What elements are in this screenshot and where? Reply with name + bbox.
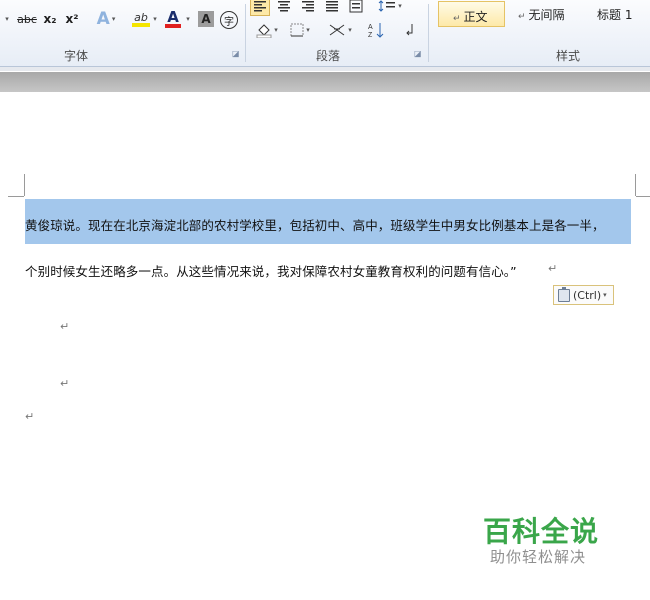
highlight-color-bar: [132, 22, 150, 27]
highlight-dropdown-icon[interactable]: ▾: [150, 9, 158, 29]
paragraph-mark: ↵: [25, 410, 35, 423]
paragraph-mark: ↵: [60, 320, 70, 333]
paragraph-mark-icon: ↵: [453, 14, 461, 24]
highlighter-icon: ab: [134, 10, 148, 24]
crop-mark-left: [24, 174, 25, 196]
style-no-spacing-label: 无间隔: [528, 8, 565, 22]
strikethrough-button[interactable]: abc: [16, 9, 38, 29]
font-group-label: 字体: [64, 49, 89, 63]
font-color-dropdown-icon[interactable]: ▾: [183, 9, 191, 29]
svg-text:Z: Z: [368, 32, 373, 38]
style-no-spacing[interactable]: ↵ 无间隔: [518, 6, 565, 23]
align-right-icon: [302, 1, 314, 12]
chinese-layout-button[interactable]: ▾: [325, 20, 355, 40]
show-marks-button[interactable]: [402, 20, 418, 40]
document-line-2[interactable]: 个别时候女生还略多一点。从这些情况来说，我对保障农村女童教育权利的问题有信心。”: [25, 261, 517, 280]
paragraph-mark-icon: ↵: [518, 12, 526, 22]
line-spacing-button[interactable]: ▾: [376, 0, 404, 16]
document-line-1[interactable]: 黄俊琼说。现在在北京海淀北部的农村学校里，包括初中、高中，班级学生中男女比例基本…: [25, 215, 605, 234]
font-color-bar: [165, 24, 181, 28]
sort-button[interactable]: AZ: [366, 20, 388, 40]
paragraph-group-label: 段落: [316, 49, 341, 63]
distributed-button[interactable]: [346, 0, 366, 16]
ruler-bar: [0, 72, 650, 92]
shading-button[interactable]: ▾: [252, 20, 282, 40]
borders-button[interactable]: ▾: [286, 20, 314, 40]
chinese-layout-icon: [329, 24, 345, 36]
align-left-icon: [254, 1, 266, 12]
sort-icon: AZ: [368, 23, 384, 38]
crop-mark-right-h: [636, 196, 650, 197]
paste-options-label: (Ctrl): [573, 288, 602, 302]
text-effects-icon: A: [96, 9, 110, 29]
style-normal[interactable]: ↵ 正文: [438, 1, 505, 27]
align-left-button[interactable]: [250, 0, 270, 16]
align-right-button[interactable]: [298, 0, 318, 16]
ribbon: ▾ abc x₂ x² A ▾ ab ▾ A ▾ A 字 字体 ◪ ▾ ▾ ▾ ▾: [0, 0, 650, 67]
watermark-tagline: 助你轻松解决: [490, 548, 587, 566]
font-size-dropdown-icon[interactable]: ▾: [0, 9, 12, 29]
svg-text:A: A: [368, 24, 373, 31]
paragraph-mark: ↵: [60, 377, 70, 390]
group-divider: [245, 4, 246, 62]
font-color-button[interactable]: A: [162, 9, 184, 29]
font-color-icon: A: [167, 8, 179, 26]
justify-button[interactable]: [322, 0, 342, 16]
paragraph-mark: ↵: [548, 262, 558, 275]
font-dialog-launcher-icon[interactable]: ◪: [232, 50, 240, 58]
chevron-down-icon: ▾: [603, 291, 607, 299]
borders-icon: [290, 23, 304, 37]
line-spacing-icon: [378, 0, 396, 12]
align-center-button[interactable]: [274, 0, 294, 16]
superscript-button[interactable]: x²: [62, 9, 82, 29]
char-shading-button[interactable]: A: [198, 11, 214, 27]
clipboard-icon: [558, 286, 570, 302]
style-heading-1-label: 标题 1: [597, 8, 633, 22]
text-effects-button[interactable]: A ▾: [94, 9, 118, 29]
crop-mark-left-h: [8, 196, 24, 197]
align-center-icon: [278, 1, 290, 12]
subscript-button[interactable]: x₂: [40, 9, 60, 29]
watermark-logo-text: 百科全说: [483, 515, 600, 548]
styles-group-label: 样式: [556, 49, 581, 63]
justify-icon: [326, 1, 338, 12]
distributed-icon: [349, 0, 363, 13]
paint-bucket-icon: [256, 24, 272, 38]
style-heading-1[interactable]: 标题 1: [597, 6, 632, 23]
style-normal-label: 正文: [463, 10, 488, 24]
enclose-char-button[interactable]: 字: [220, 11, 238, 29]
paragraph-dialog-launcher-icon[interactable]: ◪: [414, 50, 422, 58]
paste-options-button[interactable]: (Ctrl) ▾: [553, 285, 614, 305]
crop-mark-right: [635, 174, 636, 196]
ribbon-bottom-edge: [0, 67, 650, 71]
group-divider: [428, 4, 429, 62]
paragraph-marks-icon: [406, 24, 413, 36]
